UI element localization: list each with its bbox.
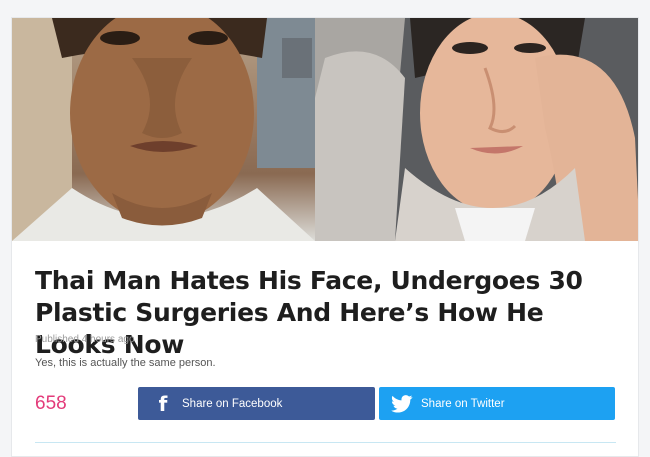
facebook-icon: f [158,391,168,416]
published-time: Published 4 hours ago [35,334,135,345]
share-twitter-label: Share on Twitter [421,397,505,410]
article-subtitle: Yes, this is actually the same person. [35,357,216,369]
after-face-illustration [315,18,638,241]
before-face-illustration [12,18,315,241]
after-photo [315,18,638,241]
article-card: Thai Man Hates His Face, Undergoes 30 Pl… [11,17,639,457]
share-twitter-button[interactable]: Share on Twitter [379,387,615,420]
section-divider [35,442,616,443]
share-facebook-button[interactable]: f Share on Facebook [138,387,375,420]
before-photo [12,18,315,241]
share-facebook-label: Share on Facebook [182,397,283,410]
share-count: 658 [35,393,67,414]
article-title[interactable]: Thai Man Hates His Face, Undergoes 30 Pl… [35,265,625,361]
before-after-image[interactable] [12,18,638,241]
twitter-icon [391,393,413,415]
